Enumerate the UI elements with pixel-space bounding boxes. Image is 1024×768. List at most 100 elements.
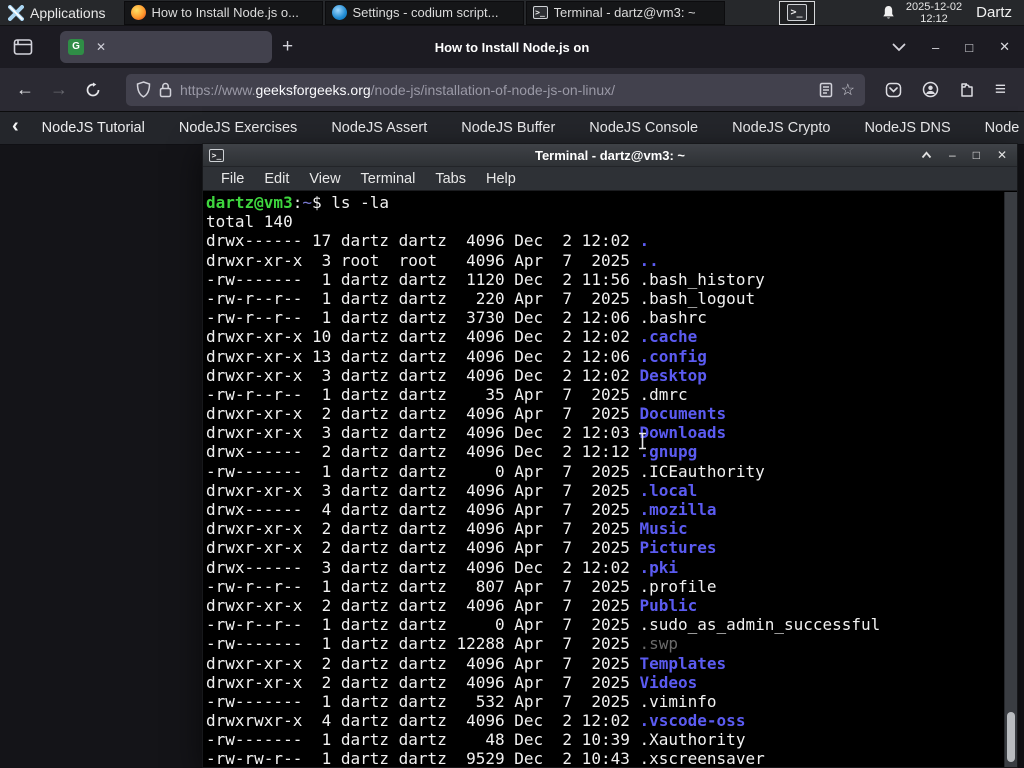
terminal-minimize-button[interactable]: – <box>949 149 956 161</box>
terminal-launcher-icon[interactable]: >_ <box>778 0 815 25</box>
terminal-listing-line: drwxr-xr-x 2 dartz dartz 4096 Apr 7 2025… <box>206 596 1003 615</box>
taskbar-button-label: Settings - codium script... <box>352 5 499 20</box>
pocket-icon[interactable] <box>885 82 902 98</box>
clock-time: 12:12 <box>920 12 948 25</box>
mouse-text-cursor <box>637 432 648 450</box>
listing-filename: .xscreensaver <box>639 749 765 767</box>
bookmark-star-icon[interactable]: ☆ <box>841 80 855 100</box>
lock-icon[interactable] <box>159 82 172 98</box>
taskbar-button-label: Terminal - dartz@vm3: ~ <box>553 5 696 20</box>
listing-filename: Templates <box>639 653 727 673</box>
listing-prefix: drwx------ 4 dartz dartz 4096 Apr 7 2025 <box>206 500 640 519</box>
terminal-title-bar[interactable]: >_ Terminal - dartz@vm3: ~ – □ ✕ <box>203 144 1017 167</box>
panel-clock[interactable]: 2025-12-02 12:12 <box>906 1 962 25</box>
listing-prefix: -rw-r--r-- 1 dartz dartz 3730 Dec 2 12:0… <box>206 308 640 328</box>
terminal-listing-line: drwxr-xr-x 2 dartz dartz 4096 Apr 7 2025… <box>206 673 1003 692</box>
site-nav-item-nodejs-assert[interactable]: NodeJS Assert <box>314 120 444 136</box>
listing-filename: Pictures <box>639 538 717 558</box>
terminal-listing-line: -rw------- 1 dartz dartz 48 Dec 2 10:39 … <box>206 730 1003 749</box>
prompt-cwd: ~ <box>302 193 312 212</box>
applications-menu-button[interactable]: Applications <box>0 0 114 25</box>
terminal-icon: >_ <box>532 6 548 19</box>
listing-filename: Music <box>639 519 688 539</box>
terminal-menu-file[interactable]: File <box>211 171 254 187</box>
listing-filename: .swp <box>639 634 679 654</box>
listing-prefix: -rw------- 1 dartz dartz 48 Dec 2 10:39 <box>206 730 640 750</box>
terminal-window-icon: >_ <box>209 148 224 162</box>
terminal-menu-view[interactable]: View <box>299 171 350 187</box>
terminal-shade-icon[interactable] <box>921 151 932 159</box>
terminal-listing-line: -rw-r--r-- 1 dartz dartz 220 Apr 7 2025 … <box>206 289 1003 308</box>
listing-prefix: drwxr-xr-x 2 dartz dartz 4096 Apr 7 2025 <box>206 653 640 673</box>
reload-button[interactable] <box>78 75 108 105</box>
terminal-menu-tabs[interactable]: Tabs <box>425 171 476 187</box>
url-bar[interactable]: https://www.geeksforgeeks.org/node-js/in… <box>126 73 865 106</box>
terminal-menu-help[interactable]: Help <box>476 171 526 187</box>
listing-prefix: drwxr-xr-x 2 dartz dartz 4096 Apr 7 2025 <box>206 672 640 692</box>
terminal-close-button[interactable]: ✕ <box>997 149 1007 161</box>
terminal-listing-line: -rw-r--r-- 1 dartz dartz 0 Apr 7 2025 .s… <box>206 615 1003 634</box>
browser-tab-active[interactable]: G How to Install Node.js on ✕ <box>60 31 589 63</box>
taskbar-button[interactable]: How to Install Node.js o... <box>123 0 323 25</box>
listing-prefix: -rw------- 1 dartz dartz 12288 Apr 7 202… <box>206 634 640 654</box>
listing-prefix: drwxr-xr-x 10 dartz dartz 4096 Dec 2 12:… <box>206 327 640 347</box>
panel-user-label[interactable]: Dartz <box>972 4 1016 21</box>
listing-filename: .dmrc <box>639 384 688 404</box>
forward-button[interactable]: → <box>44 75 74 105</box>
nav-scroll-left-icon[interactable]: ‹ <box>12 115 25 141</box>
terminal-total-line: total 140 <box>206 212 293 232</box>
taskbar-button[interactable]: >_ Terminal - dartz@vm3: ~ <box>525 0 725 25</box>
terminal-menu-edit[interactable]: Edit <box>254 171 299 187</box>
terminal-listing-line: drwxr-xr-x 13 dartz dartz 4096 Dec 2 12:… <box>206 347 1003 366</box>
site-nav-item-nodejs-console[interactable]: NodeJS Console <box>572 120 715 136</box>
listing-prefix: drwx------ 3 dartz dartz 4096 Dec 2 12:0… <box>206 557 640 577</box>
listing-prefix: drwxr-xr-x 3 dartz dartz 4096 Dec 2 12:0… <box>206 365 640 385</box>
terminal-maximize-button[interactable]: □ <box>973 149 980 161</box>
listing-filename: .viminfo <box>639 691 717 711</box>
site-nav-item-nodejs-buffer[interactable]: NodeJS Buffer <box>444 120 572 136</box>
terminal-listing-line: drwxr-xr-x 2 dartz dartz 4096 Apr 7 2025… <box>206 519 1003 538</box>
terminal-menu-terminal[interactable]: Terminal <box>351 171 426 187</box>
listing-prefix: -rw-r--r-- 1 dartz dartz 35 Apr 7 2025 <box>206 384 640 404</box>
listing-filename: .bashrc <box>639 308 707 328</box>
listing-prefix: -rw-r--r-- 1 dartz dartz 807 Apr 7 2025 <box>206 576 640 596</box>
site-nav-item-nodejs-crypto[interactable]: NodeJS Crypto <box>715 120 847 136</box>
taskbar-button[interactable]: Settings - codium script... <box>324 0 524 25</box>
back-button[interactable]: ← <box>10 75 40 105</box>
firefox-icon <box>130 5 146 20</box>
terminal-output-area[interactable]: dartz@vm3:~$ ls -la total 140 drwx------… <box>203 192 1017 767</box>
listing-filename: Desktop <box>639 365 707 385</box>
terminal-listing-line: drwxr-xr-x 2 dartz dartz 4096 Apr 7 2025… <box>206 404 1003 423</box>
listing-filename: Videos <box>639 672 698 692</box>
terminal-listing-line: -rw-r--r-- 1 dartz dartz 3730 Dec 2 12:0… <box>206 308 1003 327</box>
site-nav-item-nodejs-tutorial[interactable]: NodeJS Tutorial <box>25 120 162 136</box>
taskbar: How to Install Node.js o... Settings - co… <box>123 0 727 25</box>
terminal-listing-line: drwxr-xr-x 3 dartz dartz 4096 Apr 7 2025… <box>206 481 1003 500</box>
listing-filename: .pki <box>639 557 679 577</box>
terminal-window: >_ Terminal - dartz@vm3: ~ – □ ✕ File Edi… <box>202 143 1018 768</box>
listing-filename: . <box>639 231 650 251</box>
desktop-panel: Applications How to Install Node.js o...… <box>0 0 1024 26</box>
terminal-listing-line: -rw-rw-r-- 1 dartz dartz 9529 Dec 2 10:4… <box>206 749 1003 767</box>
notification-bell-icon[interactable] <box>881 5 896 21</box>
extensions-icon[interactable] <box>959 82 975 98</box>
listing-prefix: drwx------ 2 dartz dartz 4096 Dec 2 12:1… <box>206 442 640 462</box>
shield-icon[interactable] <box>136 81 151 98</box>
applications-label: Applications <box>30 4 106 21</box>
site-nav-item-node[interactable]: Node <box>968 120 1024 136</box>
terminal-listing-line: -rw------- 1 dartz dartz 12288 Apr 7 202… <box>206 634 1003 653</box>
listing-filename: .ICEauthority <box>639 461 765 481</box>
listing-prefix: -rw-r--r-- 1 dartz dartz 220 Apr 7 2025 <box>206 288 640 308</box>
terminal-scrollbar[interactable] <box>1004 192 1017 767</box>
listing-prefix: drwxr-xr-x 2 dartz dartz 4096 Apr 7 2025 <box>206 595 640 615</box>
hamburger-menu-icon[interactable]: ≡ <box>995 79 1006 101</box>
terminal-listing-line: -rw------- 1 dartz dartz 532 Apr 7 2025 … <box>206 692 1003 711</box>
account-icon[interactable] <box>922 81 939 98</box>
prompt-user-host: dartz@vm3 <box>206 193 293 212</box>
terminal-listing-line: drwx------ 3 dartz dartz 4096 Dec 2 12:0… <box>206 558 1003 577</box>
site-nav-item-nodejs-dns[interactable]: NodeJS DNS <box>847 120 967 136</box>
terminal-scrollbar-thumb[interactable] <box>1007 712 1015 762</box>
codium-icon <box>331 5 347 20</box>
reader-view-icon[interactable] <box>819 82 833 98</box>
site-nav-item-nodejs-exercises[interactable]: NodeJS Exercises <box>162 120 314 136</box>
